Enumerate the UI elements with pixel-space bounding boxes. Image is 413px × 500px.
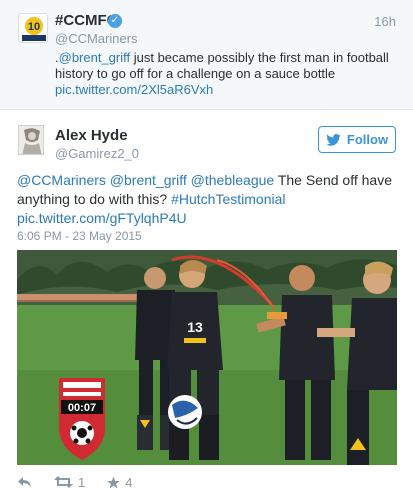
mention-link[interactable]: @CCMariners bbox=[17, 172, 106, 188]
ccmfc-avatar[interactable]: 10 bbox=[18, 13, 48, 43]
twitter-bird-icon bbox=[326, 133, 341, 146]
star-icon bbox=[107, 476, 120, 488]
pic-link[interactable]: pic.twitter.com/2Xl5aR6Vxh bbox=[55, 82, 213, 97]
parent-handle[interactable]: @CCMariners bbox=[55, 31, 138, 46]
retweet-icon bbox=[54, 476, 73, 488]
retweet-count: 1 bbox=[78, 474, 86, 490]
verified-icon: ✓ bbox=[108, 14, 122, 28]
hashtag-link[interactable]: #HutchTestimonial bbox=[171, 191, 285, 207]
follow-label: Follow bbox=[346, 132, 389, 147]
favorite-count: 4 bbox=[125, 474, 133, 490]
reply-button[interactable] bbox=[17, 476, 32, 488]
avatar-sketch-image bbox=[19, 126, 43, 154]
mariners-10-years-logo: 10 bbox=[19, 14, 47, 42]
author-handle[interactable]: @Gamirez2_0 bbox=[55, 146, 139, 161]
main-tweet-card: Alex Hyde @Gamirez2_0 Follow @CCMariners… bbox=[0, 110, 413, 500]
football-training-photo: 13 00:07 bbox=[17, 250, 397, 465]
tweet-timestamp[interactable]: 6:06 PM - 23 May 2015 bbox=[17, 229, 142, 243]
reply-icon bbox=[18, 477, 31, 487]
pic-link[interactable]: pic.twitter.com/gFTylqhP4U bbox=[17, 210, 187, 226]
retweet-button[interactable]: 1 bbox=[54, 475, 85, 490]
tweet-text: @CCMariners @brent_griff @thebleague The… bbox=[17, 171, 402, 228]
timer-text: 00:07 bbox=[68, 402, 96, 414]
parent-tweet-text: .@brent_griff just became possibly the f… bbox=[55, 50, 400, 98]
favorite-button[interactable]: 4 bbox=[107, 475, 132, 490]
tweet-actions: 1 4 bbox=[17, 473, 154, 491]
mention-link[interactable]: @brent_griff bbox=[110, 172, 187, 188]
mention-link[interactable]: @thebleague bbox=[191, 172, 275, 188]
author-display-name[interactable]: Alex Hyde bbox=[55, 127, 128, 144]
alex-hyde-avatar[interactable] bbox=[18, 125, 44, 155]
tweet-media-image[interactable]: 13 00:07 bbox=[17, 250, 397, 465]
follow-button[interactable]: Follow bbox=[318, 126, 396, 153]
parent-tweet: 10 #CCMFC ✓ @CCMariners 16h .@brent_grif… bbox=[0, 0, 413, 110]
mention-link[interactable]: @brent_griff bbox=[59, 50, 131, 65]
jersey-number: 13 bbox=[187, 319, 203, 335]
svg-text:10: 10 bbox=[28, 21, 40, 33]
parent-timestamp[interactable]: 16h bbox=[374, 14, 396, 29]
